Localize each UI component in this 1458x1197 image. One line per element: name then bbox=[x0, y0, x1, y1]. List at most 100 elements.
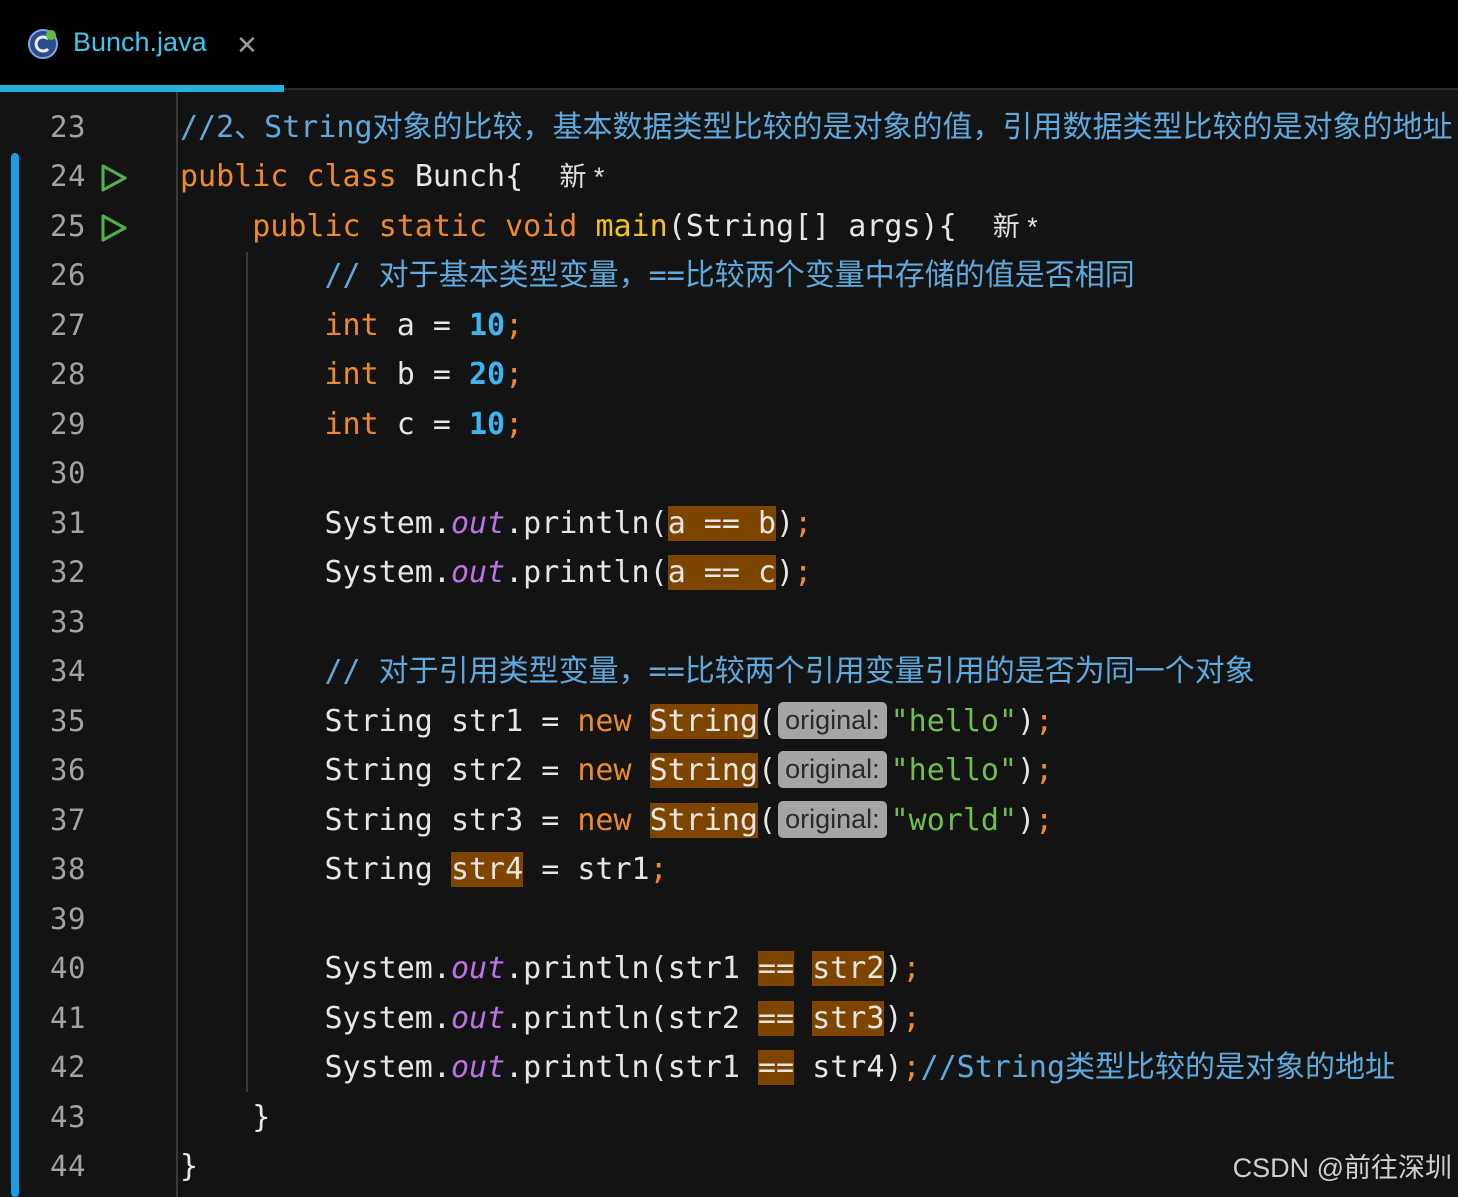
keyword: int bbox=[324, 357, 379, 392]
paren: ) bbox=[884, 1050, 903, 1085]
brace: } bbox=[180, 1149, 199, 1184]
code-line-36[interactable]: 36 String str2 = new String(original: "he… bbox=[0, 747, 1458, 797]
variable: str1 bbox=[667, 1050, 740, 1085]
code-text: // 对于引用类型变量，==比较两个引用变量引用的是否为同一个对象 bbox=[180, 652, 1255, 692]
operator: = bbox=[523, 852, 578, 887]
line-number: 24 bbox=[50, 159, 86, 193]
line-number: 34 bbox=[50, 654, 86, 688]
line-number: 37 bbox=[50, 803, 86, 837]
paren: ( bbox=[758, 753, 777, 788]
code-text: public class Bunch{ 新 * bbox=[180, 157, 604, 197]
semicolon: ; bbox=[1035, 753, 1054, 788]
code-line-30[interactable]: 30 bbox=[0, 450, 1458, 500]
editor-tab-bar: Bunch.java ✕ bbox=[0, 0, 1458, 92]
code-line-32[interactable]: 32 System.out.println(a == c); bbox=[0, 549, 1458, 599]
type: String bbox=[324, 753, 433, 788]
code-text: int a = 10; bbox=[180, 306, 524, 346]
code-line-26[interactable]: 26 // 对于基本类型变量，==比较两个变量中存储的值是否相同 bbox=[0, 252, 1458, 302]
author-inlay-hint[interactable]: 新 * bbox=[559, 162, 604, 192]
code-line-35[interactable]: 35 String str1 = new String(original: "he… bbox=[0, 698, 1458, 748]
highlighted-constructor: String bbox=[649, 753, 758, 788]
run-icon[interactable] bbox=[99, 213, 129, 243]
semicolon: ; bbox=[794, 506, 813, 541]
class-name: Bunch bbox=[414, 159, 506, 194]
code-text: System.out.println(str1 == str2); bbox=[180, 949, 921, 989]
code-line-38[interactable]: 38 String str4 = str1; bbox=[0, 846, 1458, 896]
code-line-39[interactable]: 39 bbox=[0, 896, 1458, 946]
highlighted-operator: == bbox=[758, 951, 795, 986]
line-number: 40 bbox=[50, 951, 86, 985]
params: (String[] args){ bbox=[667, 209, 957, 244]
code-line-43[interactable]: 43 } bbox=[0, 1094, 1458, 1144]
method-call: .println( bbox=[505, 555, 668, 590]
class-ref: System. bbox=[324, 1050, 451, 1085]
close-icon[interactable]: ✕ bbox=[236, 28, 258, 64]
code-line-33[interactable]: 33 bbox=[0, 599, 1458, 649]
code-line-24[interactable]: 24 public class Bunch{ 新 * bbox=[0, 153, 1458, 203]
operator: = bbox=[414, 357, 469, 392]
type: String bbox=[324, 803, 433, 838]
line-number: 32 bbox=[50, 555, 86, 589]
number-literal: 20 bbox=[469, 357, 506, 392]
author-inlay-hint[interactable]: 新 * bbox=[993, 212, 1038, 242]
variable: str4 bbox=[812, 1050, 885, 1085]
code-line-31[interactable]: 31 System.out.println(a == b); bbox=[0, 500, 1458, 550]
paren: ) bbox=[884, 1001, 903, 1036]
code-text: } bbox=[180, 1098, 270, 1138]
code-line-40[interactable]: 40 System.out.println(str1 == str2); bbox=[0, 945, 1458, 995]
parameter-hint: original: bbox=[778, 801, 887, 838]
highlighted-variable: str2 bbox=[812, 951, 885, 986]
comment: //2、String对象的比较，基本数据类型比较的是对象的值，引用数据类型比较的… bbox=[180, 110, 1453, 145]
keyword: new bbox=[577, 803, 632, 838]
class-ref: System. bbox=[324, 951, 451, 986]
code-line-34[interactable]: 34 // 对于引用类型变量，==比较两个引用变量引用的是否为同一个对象 bbox=[0, 648, 1458, 698]
paren: ) bbox=[1017, 704, 1036, 739]
static-field: out bbox=[450, 555, 506, 590]
semicolon: ; bbox=[902, 1050, 921, 1085]
code-line-25[interactable]: 25 public static void main(String[] args… bbox=[0, 203, 1458, 253]
highlighted-variable: str3 bbox=[812, 1001, 885, 1036]
class-ref: System. bbox=[324, 1001, 451, 1036]
operator: = bbox=[414, 407, 469, 442]
semicolon: ; bbox=[649, 852, 668, 887]
operator: = bbox=[523, 704, 578, 739]
line-number: 39 bbox=[50, 902, 86, 936]
variable: b bbox=[396, 357, 415, 392]
line-number: 42 bbox=[50, 1050, 86, 1084]
code-text: //2、String对象的比较，基本数据类型比较的是对象的值，引用数据类型比较的… bbox=[180, 108, 1453, 148]
code-line-42[interactable]: 42 System.out.println(str1 == str4);//St… bbox=[0, 1044, 1458, 1094]
keyword: public bbox=[180, 159, 289, 194]
semicolon: ; bbox=[505, 357, 524, 392]
brace: { bbox=[505, 159, 524, 194]
code-text: int c = 10; bbox=[180, 405, 524, 445]
tab-bunch-java[interactable]: Bunch.java ✕ bbox=[0, 0, 284, 92]
code-text: // 对于基本类型变量，==比较两个变量中存储的值是否相同 bbox=[180, 256, 1135, 296]
static-field: out bbox=[450, 1001, 506, 1036]
highlighted-expression: a == c bbox=[667, 555, 777, 590]
paren: ) bbox=[884, 951, 903, 986]
variable: c bbox=[396, 407, 415, 442]
active-tab-indicator bbox=[0, 85, 284, 92]
code-line-29[interactable]: 29 int c = 10; bbox=[0, 401, 1458, 451]
line-number: 38 bbox=[50, 852, 86, 886]
run-icon[interactable] bbox=[99, 163, 129, 193]
paren: ) bbox=[776, 555, 795, 590]
code-line-41[interactable]: 41 System.out.println(str2 == str3); bbox=[0, 995, 1458, 1045]
code-text: public static void main(String[] args){ … bbox=[180, 207, 1038, 247]
string-literal: "world" bbox=[890, 803, 1018, 838]
comment: // 对于基本类型变量，==比较两个变量中存储的值是否相同 bbox=[324, 258, 1135, 293]
code-line-27[interactable]: 27 int a = 10; bbox=[0, 302, 1458, 352]
code-line-23[interactable]: 23 //2、String对象的比较，基本数据类型比较的是对象的值，引用数据类型… bbox=[0, 104, 1458, 154]
code-text: String str1 = new String(original: "hello… bbox=[180, 702, 1053, 742]
method-call: .println( bbox=[505, 1001, 668, 1036]
variable: str1 bbox=[577, 852, 650, 887]
line-number: 33 bbox=[50, 605, 86, 639]
code-text: String str2 = new String(original: "hello… bbox=[180, 751, 1053, 791]
number-literal: 10 bbox=[469, 308, 506, 343]
type: String bbox=[324, 704, 433, 739]
semicolon: ; bbox=[1035, 704, 1054, 739]
parameter-hint: original: bbox=[778, 702, 887, 739]
code-line-28[interactable]: 28 int b = 20; bbox=[0, 351, 1458, 401]
code-line-37[interactable]: 37 String str3 = new String(original: "wo… bbox=[0, 797, 1458, 847]
highlighted-expression: a == b bbox=[667, 506, 777, 541]
